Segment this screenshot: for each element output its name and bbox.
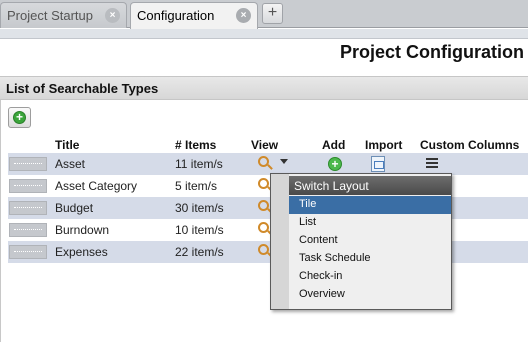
row-item-count: 10 item/s (175, 223, 224, 237)
drag-handle[interactable] (9, 201, 47, 215)
menu-item-task-schedule[interactable]: Task Schedule (289, 250, 451, 268)
row-item-count: 11 item/s (175, 157, 223, 171)
column-header-custom-columns: Custom Columns (420, 138, 520, 152)
row-item-count: 22 item/s (175, 245, 224, 259)
add-type-button[interactable]: + (8, 107, 31, 128)
menu-gutter (271, 174, 289, 309)
magnifier-icon[interactable] (258, 222, 269, 233)
menu-header: Switch Layout (289, 176, 451, 195)
import-icon[interactable] (371, 156, 385, 172)
drag-handle[interactable] (9, 179, 47, 193)
section-title: List of Searchable Types (6, 81, 159, 96)
tab-label: Project Startup (7, 8, 93, 23)
add-tab-button[interactable]: + (262, 3, 283, 24)
tab-bar: Project Startup × Configuration × + (0, 0, 528, 29)
menu-item-tile[interactable]: Tile (289, 196, 451, 214)
drag-handle[interactable] (9, 157, 47, 171)
row-title: Asset Category (55, 179, 138, 193)
add-circle-icon: + (13, 111, 26, 124)
column-header-view: View (251, 138, 279, 152)
row-title: Asset (55, 157, 86, 171)
drag-handle[interactable] (9, 223, 47, 237)
drag-handle[interactable] (9, 245, 47, 259)
section-header: List of Searchable Types (0, 76, 528, 100)
header-band (0, 29, 528, 39)
tab-configuration[interactable]: Configuration × (130, 2, 258, 29)
chevron-down-icon[interactable] (280, 159, 288, 164)
magnifier-icon[interactable] (258, 200, 269, 211)
close-icon[interactable]: × (236, 8, 251, 23)
column-header-items: # Items (175, 138, 217, 152)
switch-layout-menu: Switch Layout Tile List Content Task Sch… (270, 173, 452, 310)
tab-project-startup[interactable]: Project Startup × (0, 2, 127, 28)
table-row[interactable]: Asset 11 item/s + (8, 153, 528, 175)
add-circle-icon[interactable]: + (328, 157, 342, 171)
magnifier-icon[interactable] (258, 156, 269, 167)
menu-item-content[interactable]: Content (289, 232, 451, 250)
menu-item-overview[interactable]: Overview (289, 286, 451, 304)
divider (0, 100, 1, 342)
row-title: Burndown (55, 223, 110, 237)
row-title: Expenses (55, 245, 108, 259)
row-title: Budget (55, 201, 94, 215)
column-header-import: Import (365, 138, 403, 152)
magnifier-icon[interactable] (258, 178, 269, 189)
column-header-add: Add (322, 138, 346, 152)
tab-label: Configuration (137, 8, 215, 23)
page-title: Project Configuration (340, 42, 524, 62)
row-item-count: 5 item/s (175, 179, 218, 193)
close-icon[interactable]: × (105, 8, 120, 23)
columns-icon[interactable] (426, 158, 438, 169)
menu-item-check-in[interactable]: Check-in (289, 268, 451, 286)
column-header-title: Title (55, 138, 80, 152)
row-item-count: 30 item/s (175, 201, 224, 215)
magnifier-icon[interactable] (258, 244, 269, 255)
menu-item-list[interactable]: List (289, 214, 451, 232)
